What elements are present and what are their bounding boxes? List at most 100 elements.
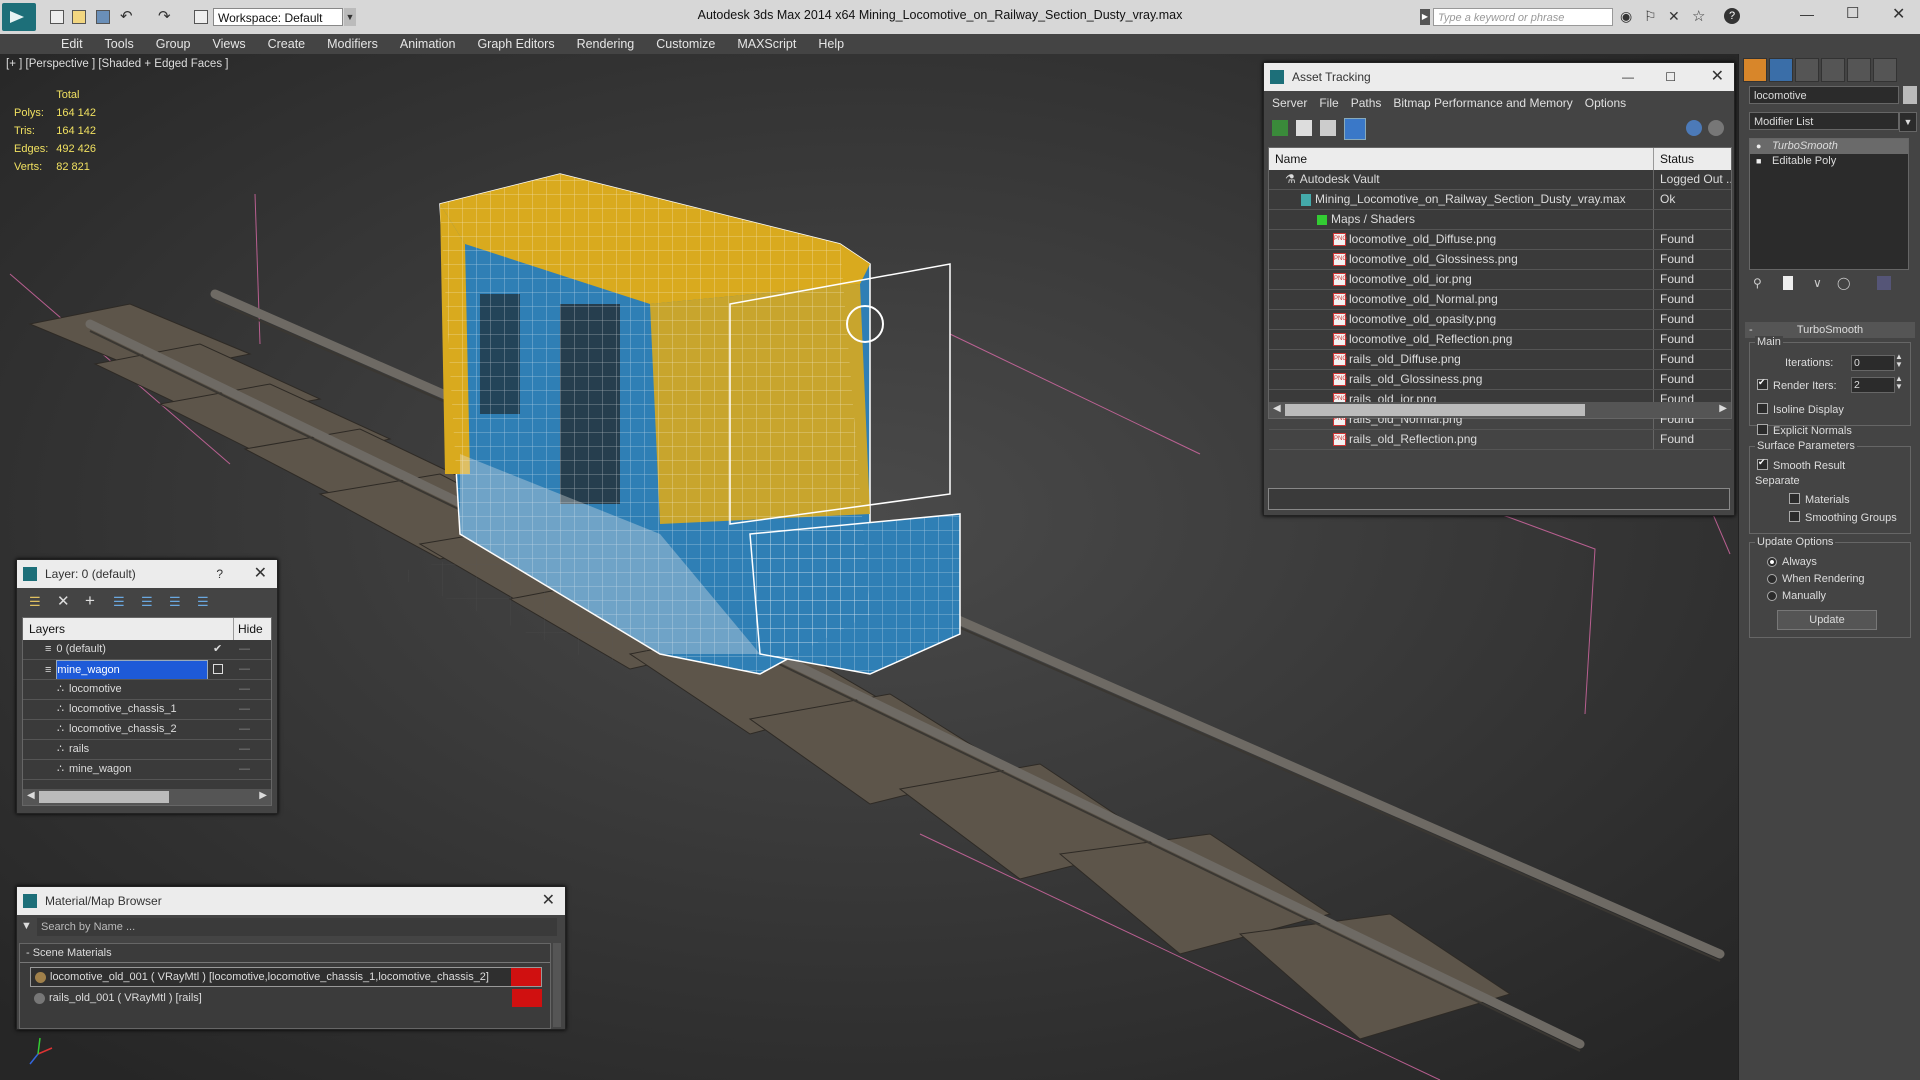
col-status[interactable]: Status <box>1653 148 1694 170</box>
asset-row[interactable]: PNG locomotive_old_ior.png Found <box>1269 270 1731 290</box>
scroll-left-icon[interactable]: ◀ <box>27 790 35 801</box>
horizontal-scrollbar[interactable]: ◀ ▶ <box>23 789 271 805</box>
menu-views[interactable]: Views <box>201 34 256 54</box>
menu-graph-editors[interactable]: Graph Editors <box>466 34 565 54</box>
menu-modifiers[interactable]: Modifiers <box>316 34 389 54</box>
asset-row[interactable]: PNG locomotive_old_Diffuse.png Found <box>1269 230 1731 250</box>
hide-toggle-icon[interactable]: — <box>239 660 250 679</box>
stack-item-turbosmooth[interactable]: ● TurboSmooth <box>1750 139 1908 154</box>
layer-titlebar[interactable]: Layer: 0 (default) ? ✕ <box>17 560 277 588</box>
close-window-icon[interactable]: ✕ <box>1892 4 1905 24</box>
menu-paths[interactable]: Paths <box>1351 91 1382 115</box>
update-button[interactable]: Update <box>1777 610 1877 630</box>
layer-row[interactable]: ∴ rails — <box>23 740 271 760</box>
help-icon[interactable]: ? <box>1724 8 1740 24</box>
layer-row[interactable]: ∴ locomotive_chassis_1 — <box>23 700 271 720</box>
scrollbar-thumb[interactable] <box>1285 404 1585 416</box>
open-file-icon[interactable] <box>72 10 86 24</box>
project-folder-icon[interactable] <box>194 10 208 24</box>
smooth-result-checkbox[interactable] <box>1757 457 1768 471</box>
col-hide[interactable]: Hide <box>233 618 263 640</box>
help-question-icon[interactable]: ? <box>216 560 223 588</box>
asset-tracking-titlebar[interactable]: Asset Tracking — ☐ ✕ <box>1264 63 1734 91</box>
menu-edit[interactable]: Edit <box>50 34 94 54</box>
motion-tab-icon[interactable] <box>1821 58 1845 82</box>
asset-row[interactable]: PNG locomotive_old_Reflection.png Found <box>1269 330 1731 350</box>
menu-tools[interactable]: Tools <box>94 34 145 54</box>
display-tab-icon[interactable] <box>1847 58 1871 82</box>
iterations-spinner[interactable]: 0 <box>1851 355 1895 371</box>
vertical-scrollbar[interactable] <box>553 943 561 1027</box>
asset-row[interactable]: PNG locomotive_old_Glossiness.png Found <box>1269 250 1731 270</box>
smoothing-groups-checkbox[interactable] <box>1789 511 1800 523</box>
asset-path-field[interactable] <box>1268 488 1730 510</box>
close-icon[interactable]: ✕ <box>254 560 267 588</box>
freeze-all-layers-icon[interactable]: ☰ <box>197 594 209 610</box>
menu-create[interactable]: Create <box>257 34 317 54</box>
modifier-list-dropdown[interactable]: Modifier List <box>1749 112 1899 130</box>
minimize-window-icon[interactable]: — <box>1800 6 1814 22</box>
material-browser-titlebar[interactable]: Material/Map Browser ✕ <box>17 887 565 915</box>
scrollbar-thumb[interactable] <box>39 791 169 803</box>
delete-layer-icon[interactable]: ✕ <box>57 592 70 610</box>
always-radio[interactable] <box>1767 556 1777 567</box>
viewport-label[interactable]: [+ ] [Perspective ] [Shaded + Edged Face… <box>6 58 228 70</box>
hide-toggle-icon[interactable]: — <box>239 740 250 759</box>
expand-icon[interactable]: ■ <box>1756 154 1761 169</box>
menu-file[interactable]: File <box>1319 91 1338 115</box>
hierarchy-tab-icon[interactable] <box>1795 58 1819 82</box>
active-layer-check-icon[interactable]: ✔ <box>213 640 222 659</box>
scroll-right-icon[interactable]: ▶ <box>259 790 267 801</box>
asset-row[interactable]: PNG locomotive_old_Normal.png Found <box>1269 290 1731 310</box>
pin-stack-icon[interactable]: ⚲ <box>1753 276 1762 290</box>
hide-toggle-icon[interactable]: — <box>239 720 250 739</box>
redo-icon[interactable]: ↷ <box>158 7 171 25</box>
material-search-input[interactable]: Search by Name ... <box>37 918 557 936</box>
menu-help[interactable]: Help <box>807 34 855 54</box>
create-layer-icon[interactable]: ☰ <box>29 594 41 610</box>
set-current-layer-checkbox[interactable] <box>213 664 223 674</box>
menu-animation[interactable]: Animation <box>389 34 467 54</box>
asset-row[interactable]: Maps / Shaders <box>1269 210 1731 230</box>
help-icon[interactable] <box>1686 120 1702 136</box>
create-tab-icon[interactable] <box>1743 58 1767 82</box>
maximize-icon[interactable]: ☐ <box>1665 63 1676 91</box>
maximize-window-icon[interactable]: ☐ <box>1846 4 1859 22</box>
object-name-field[interactable]: locomotive <box>1749 86 1899 104</box>
asset-row[interactable]: PNG locomotive_old_opasity.png Found <box>1269 310 1731 330</box>
close-icon[interactable]: ✕ <box>1711 63 1724 91</box>
hide-toggle-icon[interactable]: — <box>239 640 250 659</box>
asset-row[interactable]: Mining_Locomotive_on_Railway_Section_Dus… <box>1269 190 1731 210</box>
col-name[interactable]: Name <box>1269 152 1307 166</box>
explicit-normals-checkbox[interactable] <box>1757 424 1768 436</box>
hide-all-layers-icon[interactable]: ☰ <box>169 594 181 610</box>
materials-checkbox[interactable] <box>1789 493 1800 505</box>
horizontal-scrollbar[interactable]: ◀ ▶ <box>1269 402 1731 418</box>
menu-server[interactable]: Server <box>1272 91 1307 115</box>
minimize-icon[interactable]: — <box>1622 63 1634 91</box>
new-file-icon[interactable] <box>50 10 64 24</box>
scroll-left-icon[interactable]: ◀ <box>1273 403 1281 414</box>
menu-options[interactable]: Options <box>1585 91 1626 115</box>
favorites-star-icon[interactable]: ☆ <box>1692 7 1705 25</box>
menu-maxscript[interactable]: MAXScript <box>726 34 807 54</box>
asset-row[interactable]: PNG rails_old_Reflection.png Found <box>1269 430 1731 450</box>
add-to-layer-icon[interactable]: + <box>85 591 95 611</box>
isoline-checkbox[interactable] <box>1757 403 1768 415</box>
scene-materials-header[interactable]: - Scene Materials <box>20 944 550 963</box>
scroll-right-icon[interactable]: ▶ <box>1719 403 1727 414</box>
menu-rendering[interactable]: Rendering <box>566 34 646 54</box>
show-end-result-icon[interactable] <box>1783 276 1793 290</box>
menu-group[interactable]: Group <box>145 34 202 54</box>
layer-row[interactable]: ∴ mine_wagon — <box>23 760 271 780</box>
communication-icon[interactable]: ✕ <box>1668 8 1680 25</box>
asset-row[interactable]: ⚗ Autodesk Vault Logged Out ... <box>1269 170 1731 190</box>
refresh-icon[interactable] <box>1272 120 1288 136</box>
search-expand-icon[interactable]: ▶ <box>1420 9 1430 25</box>
workspace-dropdown-arrow-icon[interactable]: ▼ <box>344 8 356 26</box>
subscription-icon[interactable]: ⚐ <box>1644 8 1657 25</box>
binoculars-icon[interactable]: ◉ <box>1620 8 1632 25</box>
modify-tab-icon[interactable] <box>1769 58 1793 82</box>
app-logo-icon[interactable] <box>2 3 36 31</box>
stack-item-editable-poly[interactable]: ■ Editable Poly <box>1750 154 1908 169</box>
